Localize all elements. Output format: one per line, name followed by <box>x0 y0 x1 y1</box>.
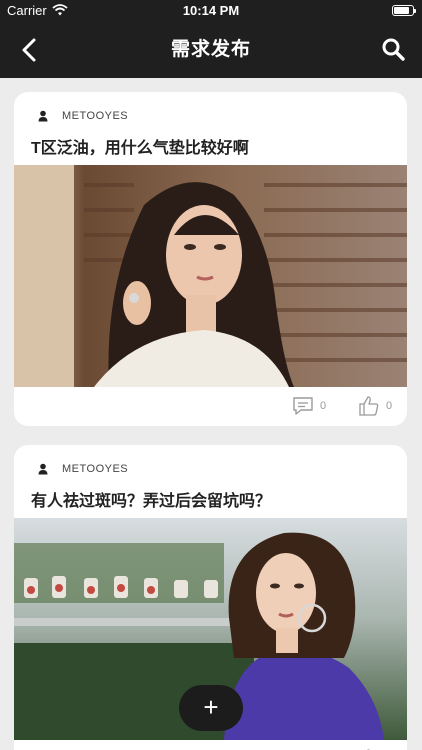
author-name: METOOYES <box>62 110 129 122</box>
like-button[interactable]: 0 <box>358 396 392 416</box>
post-actions: 0 0 <box>14 387 407 426</box>
navigation-bar: 需求发布 <box>0 22 422 78</box>
post-author[interactable]: METOOYES <box>38 108 128 124</box>
comment-icon <box>293 397 313 415</box>
search-icon[interactable] <box>378 34 410 66</box>
post-card[interactable]: METOOYES T区泛油，用什么气垫比较好啊 0 0 <box>14 92 407 426</box>
post-actions: 0 0 <box>14 740 407 750</box>
clock: 10:14 PM <box>182 3 240 18</box>
user-icon <box>38 463 48 475</box>
author-name: METOOYES <box>62 463 129 475</box>
chevron-left-icon[interactable] <box>14 34 46 66</box>
post-title[interactable]: 有人祛过斑吗？弄过后会留坑吗？ <box>31 487 271 511</box>
thumbs-up-icon <box>359 396 379 416</box>
page-title: 需求发布 <box>170 39 251 60</box>
battery-icon <box>392 5 416 16</box>
status-bar: Carrier 10:14 PM <box>0 0 422 22</box>
post-title[interactable]: T区泛油，用什么气垫比较好啊 <box>31 134 249 158</box>
user-icon <box>38 110 48 122</box>
like-count: 0 <box>386 400 393 412</box>
post-author[interactable]: METOOYES <box>38 461 128 477</box>
post-photo[interactable] <box>14 165 407 387</box>
battery-level <box>394 7 409 14</box>
comment-button[interactable]: 0 <box>292 396 326 416</box>
plus-icon: + <box>203 692 219 722</box>
add-post-button[interactable]: + <box>179 685 243 731</box>
post-feed[interactable]: METOOYES T区泛油，用什么气垫比较好啊 0 0 METOOYES 有人祛… <box>0 78 422 750</box>
comment-count: 0 <box>320 400 327 412</box>
